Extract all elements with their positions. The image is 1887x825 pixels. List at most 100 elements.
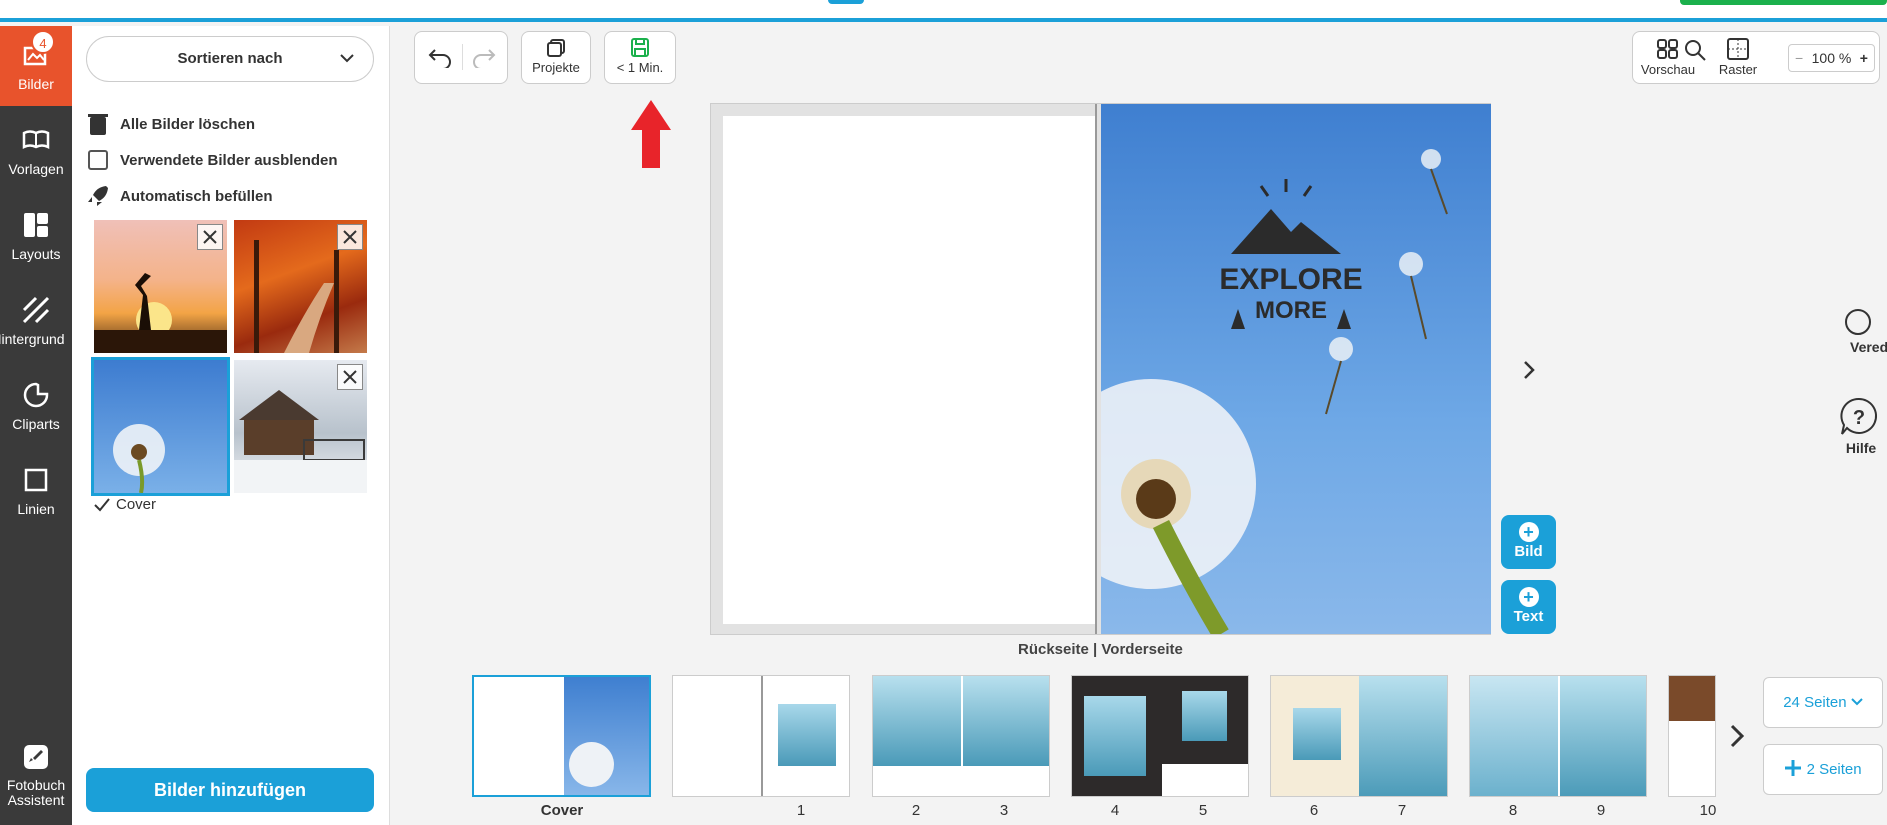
grid-button[interactable]: Raster	[1708, 32, 1768, 77]
image-thumb-cabin[interactable]	[234, 360, 367, 493]
cover-label-text: Cover	[116, 496, 157, 513]
top-tab-indicator	[828, 0, 864, 4]
remove-image-icon[interactable]	[337, 364, 363, 390]
zoom-value: 100 %	[1811, 50, 1852, 66]
add-image-label: Bild	[1514, 543, 1543, 560]
rail-label-layouts: Layouts	[11, 246, 61, 262]
delete-all-option[interactable]: Alle Bilder löschen	[86, 110, 255, 138]
rail-label-cliparts: Cliparts	[12, 416, 60, 432]
page-spread[interactable]: EXPLORE MORE	[710, 103, 1491, 635]
page-thumb-cover[interactable]	[472, 675, 651, 797]
autofill-option[interactable]: Automatisch befüllen	[86, 182, 273, 210]
page-label-10: 10	[1699, 802, 1717, 819]
dandelion-image	[113, 424, 165, 493]
add-images-button[interactable]: Bilder hinzufügen	[86, 768, 374, 812]
rail-label-bilder: Bilder	[18, 76, 54, 92]
projects-button[interactable]: Projekte	[521, 31, 591, 84]
page-label-cover: Cover	[540, 802, 584, 819]
autofill-label: Automatisch befüllen	[120, 187, 273, 205]
sort-dropdown[interactable]: Sortieren nach	[86, 36, 374, 82]
page-thumb-8-9[interactable]	[1469, 675, 1647, 797]
rocket-icon	[86, 184, 110, 208]
rail-item-cliparts[interactable]: Cliparts	[0, 366, 72, 446]
save-button[interactable]: < 1 Min.	[604, 31, 676, 84]
image-thumb-dandelion[interactable]	[91, 357, 230, 496]
sort-label: Sortieren nach	[177, 50, 283, 67]
page-label-1: 1	[796, 802, 806, 819]
page-thumb-4-5[interactable]	[1071, 675, 1249, 797]
add-pages-label: 2 Seiten	[1806, 761, 1862, 778]
finishing-label: Veredelung	[1850, 339, 1887, 355]
redo-icon[interactable]	[471, 46, 497, 73]
rail-item-assistant[interactable]: Fotobuch Assistent	[0, 734, 72, 824]
rail-label-hintergrund: Hintergrund	[0, 331, 65, 347]
top-order-button[interactable]	[1680, 0, 1887, 5]
help-label: Hilfe	[1845, 440, 1877, 456]
book-icon	[22, 130, 50, 150]
svg-text:?: ?	[1853, 407, 1865, 429]
image-thumb-sunset[interactable]	[94, 220, 227, 353]
rail-label-assistant: Fotobuch Assistent	[6, 778, 66, 808]
front-cover-page[interactable]: EXPLORE MORE	[1101, 104, 1491, 634]
top-bar	[0, 0, 1887, 22]
checkmark-icon	[94, 497, 110, 511]
trash-icon	[86, 112, 110, 136]
search-icon[interactable]	[1683, 38, 1707, 67]
projects-label: Projekte	[532, 60, 580, 75]
hide-used-option[interactable]: Verwendete Bilder ausblenden	[86, 146, 338, 174]
rail-label-vorlagen: Vorlagen	[8, 161, 64, 177]
left-rail: 4 Bilder Vorlagen Layouts Hintergrund Cl…	[0, 26, 72, 825]
page-count-dropdown[interactable]: 24 Seiten	[1763, 677, 1883, 728]
layout-icon	[24, 213, 48, 237]
page-label-8: 8	[1508, 802, 1518, 819]
next-spread-chevron-icon[interactable]	[1521, 358, 1537, 387]
projects-icon	[547, 39, 565, 57]
red-arrow-annotation	[631, 100, 671, 175]
zoom-out-button[interactable]: −	[1795, 50, 1803, 66]
page-label-9: 9	[1596, 802, 1606, 819]
undo-icon[interactable]	[427, 46, 453, 73]
remove-image-icon[interactable]	[337, 224, 363, 250]
page-thumb-10[interactable]	[1668, 675, 1716, 797]
plus-icon: +	[1518, 587, 1539, 607]
save-status-label: < 1 Min.	[616, 60, 664, 75]
hide-used-checkbox[interactable]	[86, 148, 110, 172]
plus-icon	[1785, 760, 1802, 776]
finishing-circle-icon	[1845, 309, 1871, 335]
frame-icon	[24, 468, 48, 492]
zoom-in-button[interactable]: +	[1860, 50, 1868, 66]
page-thumb-1[interactable]	[672, 675, 850, 797]
help-icon: ?	[1840, 397, 1878, 435]
grid-icon	[1727, 38, 1749, 60]
images-panel: Sortieren nach Alle Bilder löschen Verwe…	[72, 26, 390, 825]
rail-item-linien[interactable]: Linien	[0, 451, 72, 531]
preview-grid-icon	[1657, 39, 1678, 59]
plus-icon: +	[1518, 522, 1539, 542]
chevron-down-icon	[1851, 698, 1863, 706]
rail-item-vorlagen[interactable]: Vorlagen	[0, 111, 72, 191]
images-count-badge: 4	[31, 30, 55, 54]
rail-item-hintergrund[interactable]: Hintergrund	[0, 281, 72, 361]
finishing-button[interactable]: Veredelung	[1818, 307, 1887, 355]
rail-item-bilder[interactable]: 4 Bilder	[0, 26, 72, 106]
chevron-down-icon	[339, 37, 355, 99]
page-thumb-2-3[interactable]	[872, 675, 1050, 797]
delete-all-label: Alle Bilder löschen	[120, 115, 256, 133]
rail-item-layouts[interactable]: Layouts	[0, 196, 72, 276]
clipart-icon	[23, 382, 49, 408]
help-button[interactable]: ? Hilfe	[1818, 396, 1887, 456]
add-pages-button[interactable]: 2 Seiten	[1763, 744, 1883, 795]
add-text-button[interactable]: + Text	[1501, 580, 1556, 634]
back-cover-page[interactable]	[723, 116, 1096, 624]
cover-usage-label: Cover	[94, 496, 156, 513]
add-image-button[interactable]: + Bild	[1501, 515, 1556, 569]
page-label-7: 7	[1397, 802, 1407, 819]
remove-image-icon[interactable]	[197, 224, 223, 250]
hide-used-label: Verwendete Bilder ausblenden	[120, 151, 338, 169]
spread-label: Rückseite | Vorderseite	[1018, 641, 1183, 658]
page-label-4: 4	[1110, 802, 1120, 819]
front-cover-image: EXPLORE MORE	[1101, 149, 1448, 634]
page-thumb-6-7[interactable]	[1270, 675, 1448, 797]
thumbs-next-chevron-icon[interactable]	[1728, 722, 1746, 755]
image-thumb-autumn[interactable]	[234, 220, 367, 353]
